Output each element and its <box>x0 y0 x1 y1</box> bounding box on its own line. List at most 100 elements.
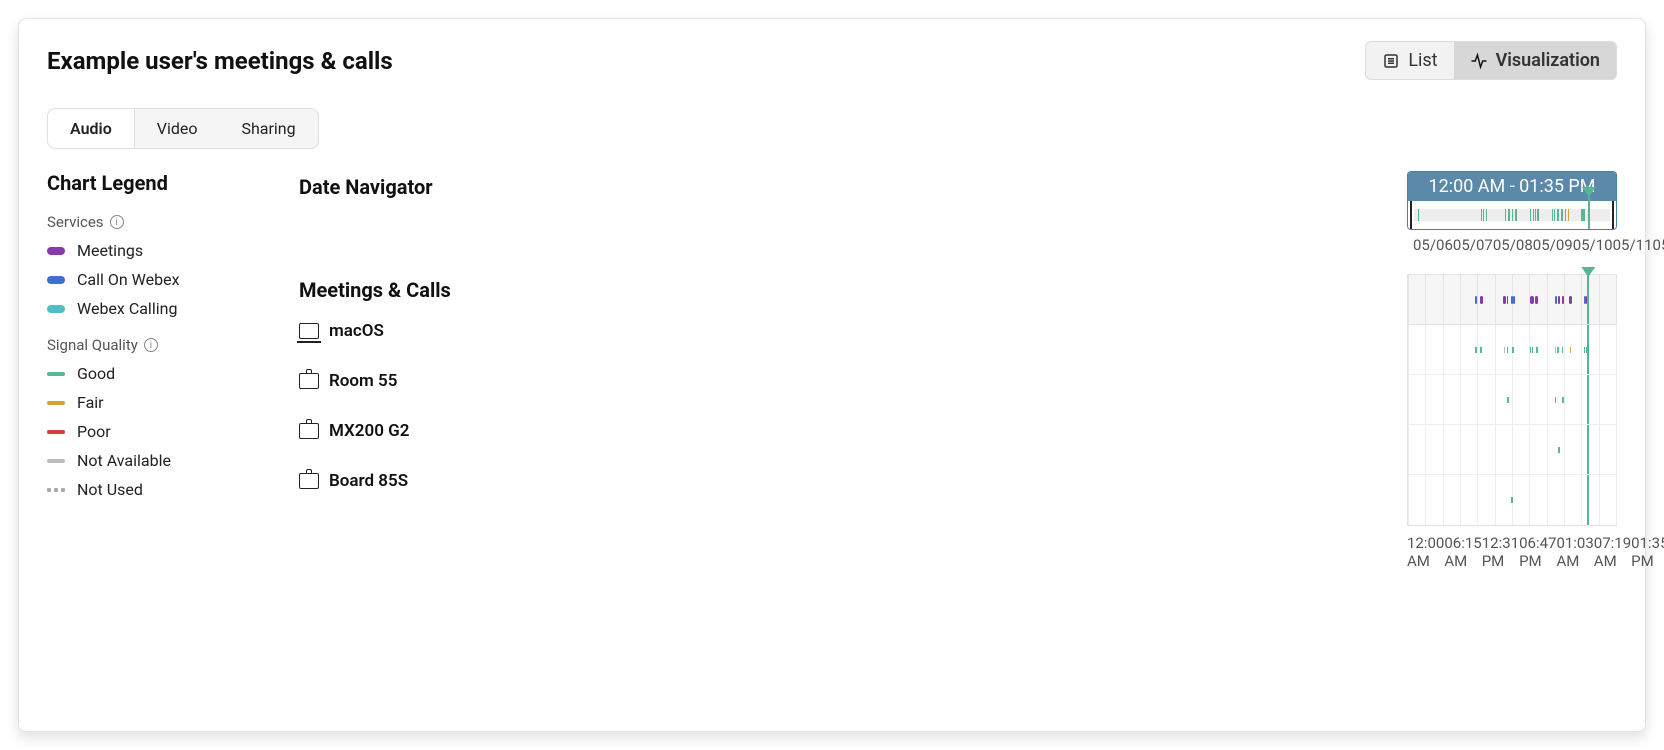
timeline-event[interactable] <box>1558 296 1560 304</box>
timeline-event[interactable] <box>1555 347 1556 353</box>
info-icon[interactable]: i <box>144 338 158 352</box>
nav-event <box>1515 209 1517 221</box>
nav-event <box>1505 209 1506 221</box>
legend-item: Good <box>47 364 287 383</box>
tab-audio[interactable]: Audio <box>48 109 135 148</box>
tab-video[interactable]: Video <box>135 109 220 148</box>
timeline-event[interactable] <box>1584 347 1585 353</box>
legend-title: Chart Legend <box>47 171 287 195</box>
timeline-event[interactable] <box>1569 296 1572 304</box>
date-tick: 05/12 <box>1653 236 1664 254</box>
date-tick: 05/09 <box>1533 236 1573 254</box>
view-list-button[interactable]: List <box>1366 42 1453 79</box>
meetings-calls-title: Meetings & Calls <box>299 274 1395 302</box>
timeline-device-row <box>1408 375 1616 425</box>
timeline-event[interactable] <box>1555 397 1556 403</box>
time-tick: 01:35 PM <box>1631 534 1664 570</box>
date-tick: 05/10 <box>1573 236 1613 254</box>
now-marker <box>1587 475 1589 525</box>
nav-event <box>1486 209 1487 221</box>
view-visualization-button[interactable]: Visualization <box>1454 42 1616 79</box>
date-tick: 05/06 <box>1413 236 1453 254</box>
nav-event <box>1537 209 1539 221</box>
timeline-event[interactable] <box>1480 347 1482 353</box>
timeline-device-row <box>1408 325 1616 375</box>
timeline-event[interactable] <box>1512 347 1514 353</box>
timeline-device-row <box>1408 475 1616 525</box>
date-navigator-strip <box>1414 209 1610 221</box>
nav-event <box>1583 209 1584 221</box>
troubleshooting-card: Example user's meetings & calls List Vis… <box>18 18 1646 732</box>
card-header: Example user's meetings & calls List Vis… <box>47 41 1617 80</box>
media-tabs: Audio Video Sharing <box>47 108 319 149</box>
timeline-event[interactable] <box>1532 347 1533 353</box>
timeline-event[interactable] <box>1507 397 1509 403</box>
timeline-event[interactable] <box>1507 347 1508 353</box>
timeline-event[interactable] <box>1536 347 1538 353</box>
timeline-event[interactable] <box>1504 347 1505 353</box>
timeline-event[interactable] <box>1562 347 1563 353</box>
legend-quality-heading: Signal Quality i <box>47 336 287 354</box>
time-tick: 07:19 AM <box>1594 534 1631 570</box>
screen-icon <box>299 423 319 439</box>
info-icon[interactable]: i <box>110 215 124 229</box>
device-row-label: Room 55 <box>299 356 1395 406</box>
legend-item: Call On Webex <box>47 270 287 289</box>
device-row-label: Board 85S <box>299 456 1395 506</box>
nav-event <box>1565 209 1566 221</box>
view-toggle: List Visualization <box>1365 41 1617 80</box>
nav-event <box>1483 209 1484 221</box>
timeline-event[interactable] <box>1558 447 1560 453</box>
nav-event <box>1568 209 1569 221</box>
nav-event <box>1561 209 1563 221</box>
date-tick: 05/07 <box>1453 236 1493 254</box>
view-list-label: List <box>1408 50 1437 71</box>
timeline-device-row <box>1408 425 1616 475</box>
timeline-event[interactable] <box>1530 296 1534 304</box>
date-tick: 05/08 <box>1493 236 1533 254</box>
timeline-event[interactable] <box>1535 296 1538 304</box>
chart-legend: Chart Legend Services i MeetingsCall On … <box>47 171 287 570</box>
device-name: MX200 G2 <box>329 421 409 441</box>
list-icon <box>1382 52 1400 70</box>
legend-item: Fair <box>47 393 287 412</box>
nav-event <box>1418 209 1419 221</box>
screen-icon <box>299 473 319 489</box>
timeline-grid[interactable] <box>1407 274 1617 526</box>
nav-event <box>1508 209 1510 221</box>
range-handle-right[interactable] <box>1612 199 1617 230</box>
tab-sharing[interactable]: Sharing <box>219 109 317 148</box>
timeline-event[interactable] <box>1507 296 1509 304</box>
nav-event <box>1512 209 1513 221</box>
date-navigator-range: 12:00 AM - 01:35 PM <box>1408 172 1616 201</box>
now-marker <box>1587 425 1589 474</box>
legend-item: Not Used <box>47 480 287 499</box>
timeline-event[interactable] <box>1475 296 1477 304</box>
date-navigator[interactable]: 12:00 AM - 01:35 PM 05/0605/0705/0805/09… <box>1407 171 1617 254</box>
timeline-event[interactable] <box>1557 347 1558 353</box>
timeline-event[interactable] <box>1570 347 1572 353</box>
timeline-event[interactable] <box>1511 497 1513 503</box>
timeline-header-row <box>1408 275 1616 325</box>
legend-item: Poor <box>47 422 287 441</box>
nav-event <box>1557 209 1559 221</box>
timeline-event[interactable] <box>1480 296 1483 304</box>
device-name: macOS <box>329 321 384 341</box>
range-handle-left[interactable] <box>1407 199 1412 230</box>
date-navigator-dates: 05/0605/0705/0805/0905/1005/1105/1205/13 <box>1407 236 1617 254</box>
nav-event <box>1533 209 1535 221</box>
page-title: Example user's meetings & calls <box>47 47 393 75</box>
nav-event <box>1535 209 1536 221</box>
legend-services-heading: Services i <box>47 213 287 231</box>
legend-item: Webex Calling <box>47 299 287 318</box>
timeline-event[interactable] <box>1513 296 1515 304</box>
now-marker <box>1587 375 1589 424</box>
device-name: Board 85S <box>329 471 408 491</box>
device-name: Room 55 <box>329 371 397 391</box>
time-tick: 12:00 AM <box>1407 534 1444 570</box>
now-marker <box>1587 325 1589 374</box>
timeline-event[interactable] <box>1562 397 1564 403</box>
screen-icon <box>299 373 319 389</box>
timeline-event[interactable] <box>1475 347 1476 353</box>
timeline-event[interactable] <box>1562 296 1565 304</box>
